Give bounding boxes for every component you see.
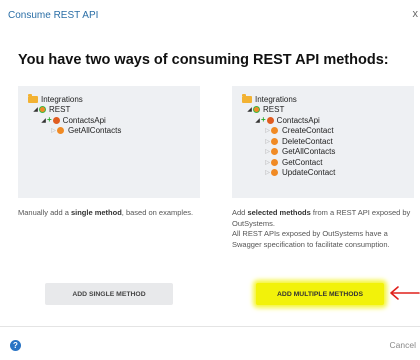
collapsed-arrow-icon: ▷: [265, 128, 270, 135]
folder-icon: [28, 93, 38, 103]
tree-node-integrations: Integrations: [242, 93, 335, 105]
expand-arrow-icon: ◢: [41, 117, 46, 124]
tree-node-integrations: Integrations: [28, 93, 121, 105]
description-text: All REST APIs exposed by OutSystems have…: [232, 229, 390, 249]
method-icon: [271, 169, 278, 177]
tree-node-rest: ◢ REST: [242, 105, 335, 116]
api-icon: +: [261, 116, 274, 124]
tree-label: GetAllContacts: [282, 147, 336, 157]
tree-label: REST: [263, 105, 285, 115]
add-multiple-methods-button[interactable]: ADD MULTIPLE METHODS: [256, 283, 384, 305]
dialog-title: Consume REST API: [8, 10, 99, 21]
description-text: , based on examples.: [121, 208, 194, 217]
tree-node-method: ▷ DeleteContact: [242, 136, 335, 147]
expand-arrow-icon: ◢: [247, 107, 252, 114]
description-text: Manually add a: [18, 208, 71, 217]
method-icon: [271, 158, 278, 166]
method-icon: [271, 148, 278, 156]
tree-label: ContactsApi: [62, 115, 106, 125]
method-icon: [271, 127, 278, 135]
multiple-methods-description: Add selected methods from a REST API exp…: [232, 208, 412, 250]
collapsed-arrow-icon: ▷: [265, 170, 270, 177]
add-single-method-button[interactable]: ADD SINGLE METHOD: [45, 283, 173, 305]
rest-icon: [253, 106, 260, 114]
tree-label: REST: [49, 105, 71, 115]
tree-label: UpdateContact: [282, 168, 336, 178]
tree-view: Integrations ◢ REST ◢ + ContactsApi ▷ Ge…: [28, 93, 121, 137]
collapsed-arrow-icon: ▷: [265, 149, 270, 156]
tree-label: Integrations: [255, 94, 297, 104]
footer-divider: [0, 326, 420, 327]
single-method-description: Manually add a single method, based on e…: [18, 208, 198, 219]
tree-view: Integrations ◢ REST ◢ + ContactsApi ▷ Cr…: [242, 93, 335, 179]
tree-node-rest: ◢ REST: [28, 105, 121, 116]
help-icon[interactable]: ?: [10, 340, 21, 351]
collapsed-arrow-icon: ▷: [265, 159, 270, 166]
cancel-button[interactable]: Cancel: [390, 340, 416, 350]
collapsed-arrow-icon: ▷: [51, 128, 56, 135]
tree-label: Integrations: [41, 94, 83, 104]
close-icon[interactable]: x: [413, 8, 419, 20]
tree-node-contactsapi: ◢ + ContactsApi: [28, 115, 121, 126]
tree-label: DeleteContact: [282, 136, 333, 146]
collapsed-arrow-icon: ▷: [265, 138, 270, 145]
single-method-preview-panel: Integrations ◢ REST ◢ + ContactsApi ▷ Ge…: [18, 86, 200, 198]
tree-node-method: ▷ GetAllContacts: [242, 147, 335, 158]
folder-icon: [242, 93, 252, 103]
expand-arrow-icon: ◢: [255, 117, 260, 124]
expand-arrow-icon: ◢: [33, 107, 38, 114]
method-icon: [57, 127, 64, 135]
description-emphasis: single method: [70, 208, 122, 217]
tree-node-method: ▷ GetAllContacts: [28, 126, 121, 137]
dialog-heading: You have two ways of consuming REST API …: [18, 52, 389, 68]
tree-label: ContactsApi: [276, 115, 320, 125]
method-icon: [271, 137, 278, 145]
tree-label: GetContact: [282, 157, 323, 167]
multiple-methods-preview-panel: Integrations ◢ REST ◢ + ContactsApi ▷ Cr…: [232, 86, 414, 198]
tree-label: GetAllContacts: [68, 126, 122, 136]
description-text: Add: [232, 208, 248, 217]
description-emphasis: selected methods: [247, 208, 311, 217]
api-icon: +: [47, 116, 60, 124]
tree-node-contactsapi: ◢ + ContactsApi: [242, 115, 335, 126]
tree-node-method: ▷ CreateContact: [242, 126, 335, 137]
red-arrow-icon: [390, 286, 420, 300]
tree-node-method: ▷ UpdateContact: [242, 168, 335, 179]
tree-label: CreateContact: [282, 126, 334, 136]
tree-node-method: ▷ GetContact: [242, 157, 335, 168]
rest-icon: [39, 106, 46, 114]
